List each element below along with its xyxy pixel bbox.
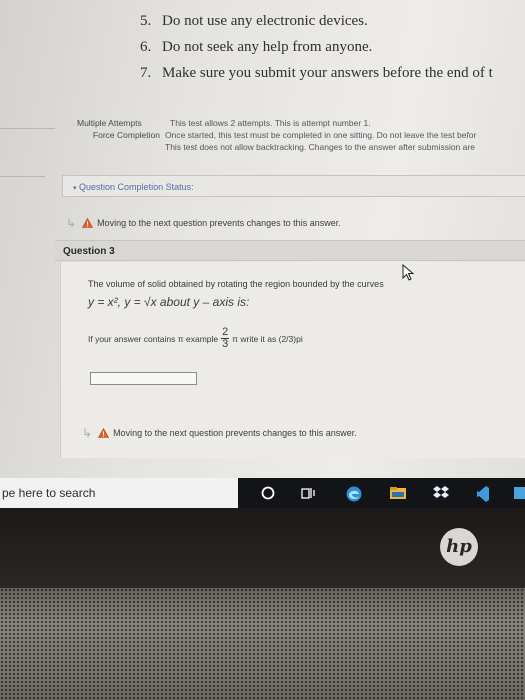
question-completion-status-toggle[interactable]: ▾ Question Completion Status: bbox=[62, 175, 525, 197]
multiple-attempts-text: This test allows 2 attempts. This is att… bbox=[170, 118, 371, 128]
answer-hint: If your answer contains π example 2 3 π … bbox=[88, 327, 303, 350]
instruction-item: 6. Do not seek any help from anyone. bbox=[140, 34, 525, 60]
divider bbox=[0, 176, 45, 177]
backtrack-text: This test does not allow backtracking. C… bbox=[165, 142, 475, 152]
backtrack-spacer bbox=[60, 141, 165, 153]
expand-arrow-icon: ▾ bbox=[73, 185, 77, 192]
question-header: Question 3 bbox=[55, 240, 525, 261]
instruction-item: 5. Do not use any electronic devices. bbox=[140, 8, 525, 34]
fraction: 2 3 bbox=[221, 326, 230, 350]
arrow-icon: ↳ bbox=[66, 216, 77, 230]
arrow-icon: ↳ bbox=[82, 426, 93, 440]
force-completion-label: Force Completion bbox=[92, 130, 160, 140]
test-info: Multiple Attempts This test allows 2 att… bbox=[60, 117, 525, 153]
divider bbox=[0, 128, 55, 129]
warning-message-top: ↳ Moving to the next question prevents c… bbox=[66, 216, 341, 230]
speaker-grille-shade bbox=[0, 588, 525, 700]
hint-prefix: If your answer contains π example bbox=[88, 333, 219, 344]
fraction-denominator: 3 bbox=[222, 338, 229, 350]
mouse-cursor-icon bbox=[402, 264, 415, 281]
taskbar-app-icon[interactable] bbox=[512, 485, 525, 501]
question-completion-status-label: Question Completion Status: bbox=[79, 182, 194, 192]
instruction-text: Do not seek any help from anyone. bbox=[162, 39, 373, 55]
instruction-text: Make sure you submit your answers before… bbox=[162, 65, 493, 81]
fraction-numerator: 2 bbox=[222, 326, 229, 338]
instruction-number: 6. bbox=[140, 39, 152, 55]
instruction-number: 7. bbox=[140, 65, 152, 81]
question-math: y = x², y = √x about y – axis is: bbox=[88, 295, 250, 309]
file-explorer-icon[interactable] bbox=[389, 485, 407, 501]
edge-browser-icon[interactable] bbox=[345, 485, 363, 503]
warning-text: Moving to the next question prevents cha… bbox=[113, 428, 357, 438]
browser-screen: 5. Do not use any electronic devices. 6. D… bbox=[0, 0, 525, 478]
multiple-attempts-row: Multiple Attempts This test allows 2 att… bbox=[60, 117, 525, 129]
force-completion-text: Once started, this test must be complete… bbox=[165, 130, 477, 140]
answer-input[interactable] bbox=[90, 372, 197, 385]
cortana-icon[interactable] bbox=[260, 485, 276, 501]
force-completion-row: Force Completion Once started, this test… bbox=[60, 129, 525, 141]
hint-suffix: π write it as (2/3)pi bbox=[232, 333, 303, 344]
hp-logo: hp bbox=[440, 528, 478, 566]
instruction-number: 5. bbox=[140, 13, 152, 29]
task-view-icon[interactable] bbox=[300, 485, 316, 501]
visual-studio-icon[interactable] bbox=[476, 485, 490, 503]
question-title: Question 3 bbox=[63, 246, 115, 257]
instruction-item: 7. Make sure you submit your answers befo… bbox=[140, 60, 525, 86]
backtrack-row: This test does not allow backtracking. C… bbox=[60, 141, 525, 153]
warning-icon bbox=[82, 218, 94, 228]
dropbox-icon[interactable] bbox=[432, 485, 450, 501]
question-prompt: The volume of solid obtained by rotating… bbox=[88, 279, 384, 289]
warning-icon bbox=[98, 428, 110, 438]
multiple-attempts-label: Multiple Attempts bbox=[77, 118, 142, 128]
taskbar-search-box[interactable]: pe here to search bbox=[0, 478, 238, 508]
instruction-text: Do not use any electronic devices. bbox=[162, 13, 368, 29]
instructions-list: 5. Do not use any electronic devices. 6. D… bbox=[140, 8, 525, 86]
warning-message-bottom: ↳ Moving to the next question prevents c… bbox=[82, 426, 357, 440]
warning-text: Moving to the next question prevents cha… bbox=[97, 218, 341, 228]
